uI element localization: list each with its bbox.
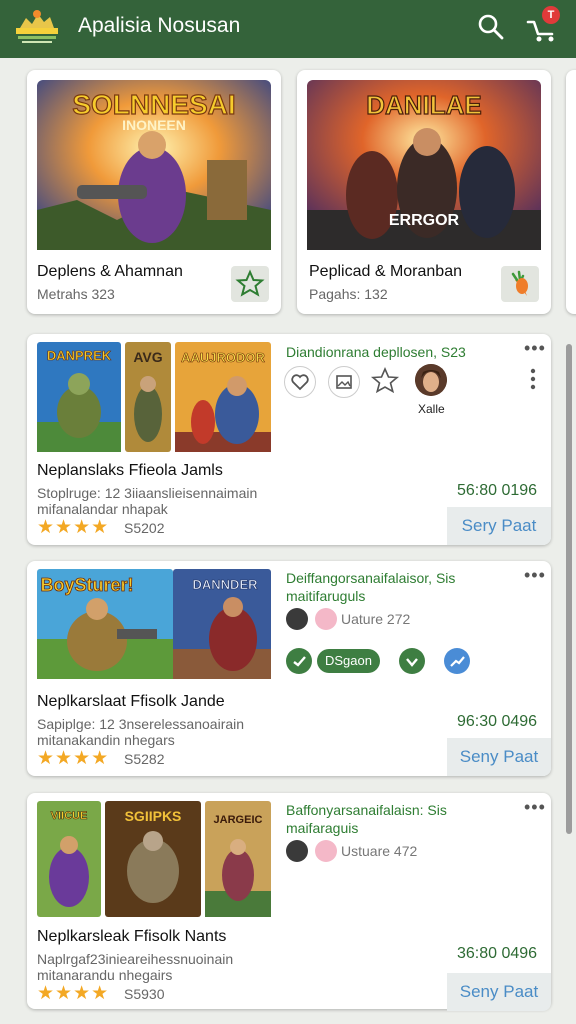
- image-icon: [336, 375, 352, 389]
- rating-count: S5202: [124, 520, 165, 536]
- thumbnail-strip: VIICUE SGIIPKS JARGEIC: [37, 801, 271, 917]
- thumb-title: VIICUE: [51, 810, 88, 822]
- game-thumbnail: VIICUE: [37, 801, 101, 917]
- avatar-face-icon: [415, 364, 447, 396]
- item-label: Baffonyarsanaifalaisn: Sis maifaraguis: [286, 802, 447, 836]
- more-options-icon[interactable]: •••: [524, 338, 546, 359]
- download-button[interactable]: [399, 648, 425, 674]
- pig-avatar[interactable]: [315, 840, 337, 862]
- list-item[interactable]: DANPREK AVG AAUJRODOR Diandionrana depll…: [27, 334, 551, 545]
- game-thumbnail: DANNDER: [173, 569, 271, 679]
- rating-count: S5930: [124, 986, 165, 1002]
- buy-button[interactable]: Sery Paat: [447, 507, 551, 545]
- star-outline-icon: [235, 269, 265, 297]
- rating-stars: ★★★★: [37, 517, 110, 538]
- thumb-title: AAUJRODOR: [181, 350, 265, 365]
- trend-icon: [450, 656, 465, 667]
- thumb-title: DANPREK: [47, 348, 112, 363]
- game-thumbnail: JARGEIC: [205, 801, 271, 917]
- category-chip[interactable]: DSgaon: [317, 649, 380, 673]
- rating-stars: ★★★★: [37, 983, 110, 1004]
- buy-button[interactable]: Seny Paat: [447, 738, 551, 776]
- featured-card[interactable]: SOLNNESAI INONEEN Deplens & Ahamnan Metr…: [27, 70, 281, 314]
- carrot-icon: [511, 270, 528, 296]
- item-desc-line1: Stoplruge: 12 3iiaanslieisennaimain: [37, 485, 258, 501]
- item-desc-line2: mitanakandin nhegars: [37, 732, 175, 748]
- thumb-title: JARGEIC: [214, 814, 263, 826]
- thumbnail-strip: BoySturer! DANNDER: [37, 569, 271, 681]
- rating-count: S5282: [124, 751, 165, 767]
- featured-art-subtitle: ERRGOR: [389, 212, 460, 229]
- app-title: Apalisia Nosusan: [78, 14, 241, 37]
- scrollbar[interactable]: [566, 344, 572, 834]
- item-tag: Uature 272: [341, 611, 411, 627]
- item-label: Deiffangorsanaifalaisor, Sis maitifarugu…: [286, 570, 456, 604]
- featured-subtitle: Metrahs 323: [37, 286, 115, 302]
- trend-button[interactable]: [444, 648, 470, 674]
- search-icon[interactable]: [476, 12, 506, 42]
- item-name: Neplkarsleak Ffisolk Nants: [37, 928, 227, 945]
- item-desc-line2: mifanalandar nhapak: [37, 501, 168, 517]
- list-item[interactable]: BoySturer! DANNDER Deiffangorsanaifalais…: [27, 561, 551, 776]
- buy-button[interactable]: Seny Paat: [447, 973, 551, 1011]
- carrot-button[interactable]: [501, 266, 539, 302]
- thumb-title: AVG: [133, 349, 162, 365]
- like-button[interactable]: [284, 366, 316, 398]
- check-button[interactable]: [286, 648, 312, 674]
- avatar[interactable]: [415, 364, 447, 396]
- featured-subtitle: Pagahs: 132: [309, 286, 388, 302]
- featured-art-title: DANILAE: [366, 90, 482, 120]
- item-desc-line1: Sapiplge: 12 3nserelessanoairain: [37, 716, 245, 732]
- thumbnail-strip: DANPREK AVG AAUJRODOR: [37, 342, 271, 454]
- item-tag: Ustuare 472: [341, 843, 418, 859]
- game-thumbnail: AAUJRODOR: [175, 342, 271, 452]
- list-item[interactable]: VIICUE SGIIPKS JARGEIC Baffonyarsanaifal…: [27, 793, 551, 1011]
- star-outline-icon[interactable]: [370, 366, 400, 396]
- thumb-title: BoySturer!: [40, 575, 133, 595]
- rating-stars: ★★★★: [37, 748, 110, 769]
- item-name: Neplanslaks Ffieola Jamls: [37, 462, 223, 479]
- pig-avatar[interactable]: [315, 608, 337, 630]
- user-avatar[interactable]: [286, 840, 308, 862]
- download-icon: [406, 658, 418, 667]
- thumb-title: SGIIPKS: [125, 808, 182, 824]
- avatar-username: Xalle: [418, 402, 445, 416]
- item-label: Diandionrana depllosen, S23: [286, 344, 466, 360]
- item-desc-line2: mitanarandu nhegairs: [37, 967, 173, 983]
- user-avatar[interactable]: [286, 608, 308, 630]
- item-price: 36:80 0496: [457, 945, 538, 962]
- item-desc-line1: Naplrgaf23inieareihessnuoinain: [37, 951, 234, 967]
- game-thumbnail: SGIIPKS: [105, 801, 201, 917]
- featured-card[interactable]: DANILAE ERRGOR Peplicad & Moranban Pagah…: [297, 70, 551, 314]
- featured-title: Deplens & Ahamnan: [37, 263, 183, 280]
- more-options-icon[interactable]: •••: [524, 565, 546, 586]
- featured-art: DANILAE ERRGOR: [307, 80, 541, 250]
- app-logo[interactable]: [14, 8, 60, 48]
- vertical-menu-icon[interactable]: [530, 368, 536, 390]
- app-header: Apalisia Nosusan T: [0, 0, 576, 58]
- thumb-title: DANNDER: [193, 577, 259, 592]
- gallery-button[interactable]: [328, 366, 360, 398]
- favorite-button[interactable]: [231, 266, 269, 302]
- featured-card-peek[interactable]: [566, 70, 576, 314]
- featured-title: Peplicad & Moranban: [309, 263, 462, 280]
- featured-art: SOLNNESAI INONEEN: [37, 80, 271, 250]
- item-price: 96:30 0496: [457, 713, 538, 730]
- check-icon: [293, 656, 306, 667]
- item-name: Neplkarslaat Ffisolk Jande: [37, 693, 225, 710]
- game-thumbnail: DANPREK: [37, 342, 121, 452]
- featured-art-title: SOLNNESAI: [72, 89, 235, 120]
- cart-badge: T: [542, 6, 560, 24]
- game-thumbnail: AVG: [125, 342, 171, 452]
- item-price: 56:80 0196: [457, 482, 538, 499]
- game-thumbnail: BoySturer!: [37, 569, 173, 679]
- featured-art-subtitle: INONEEN: [122, 117, 186, 133]
- heart-icon: [291, 374, 309, 391]
- more-options-icon[interactable]: •••: [524, 797, 546, 818]
